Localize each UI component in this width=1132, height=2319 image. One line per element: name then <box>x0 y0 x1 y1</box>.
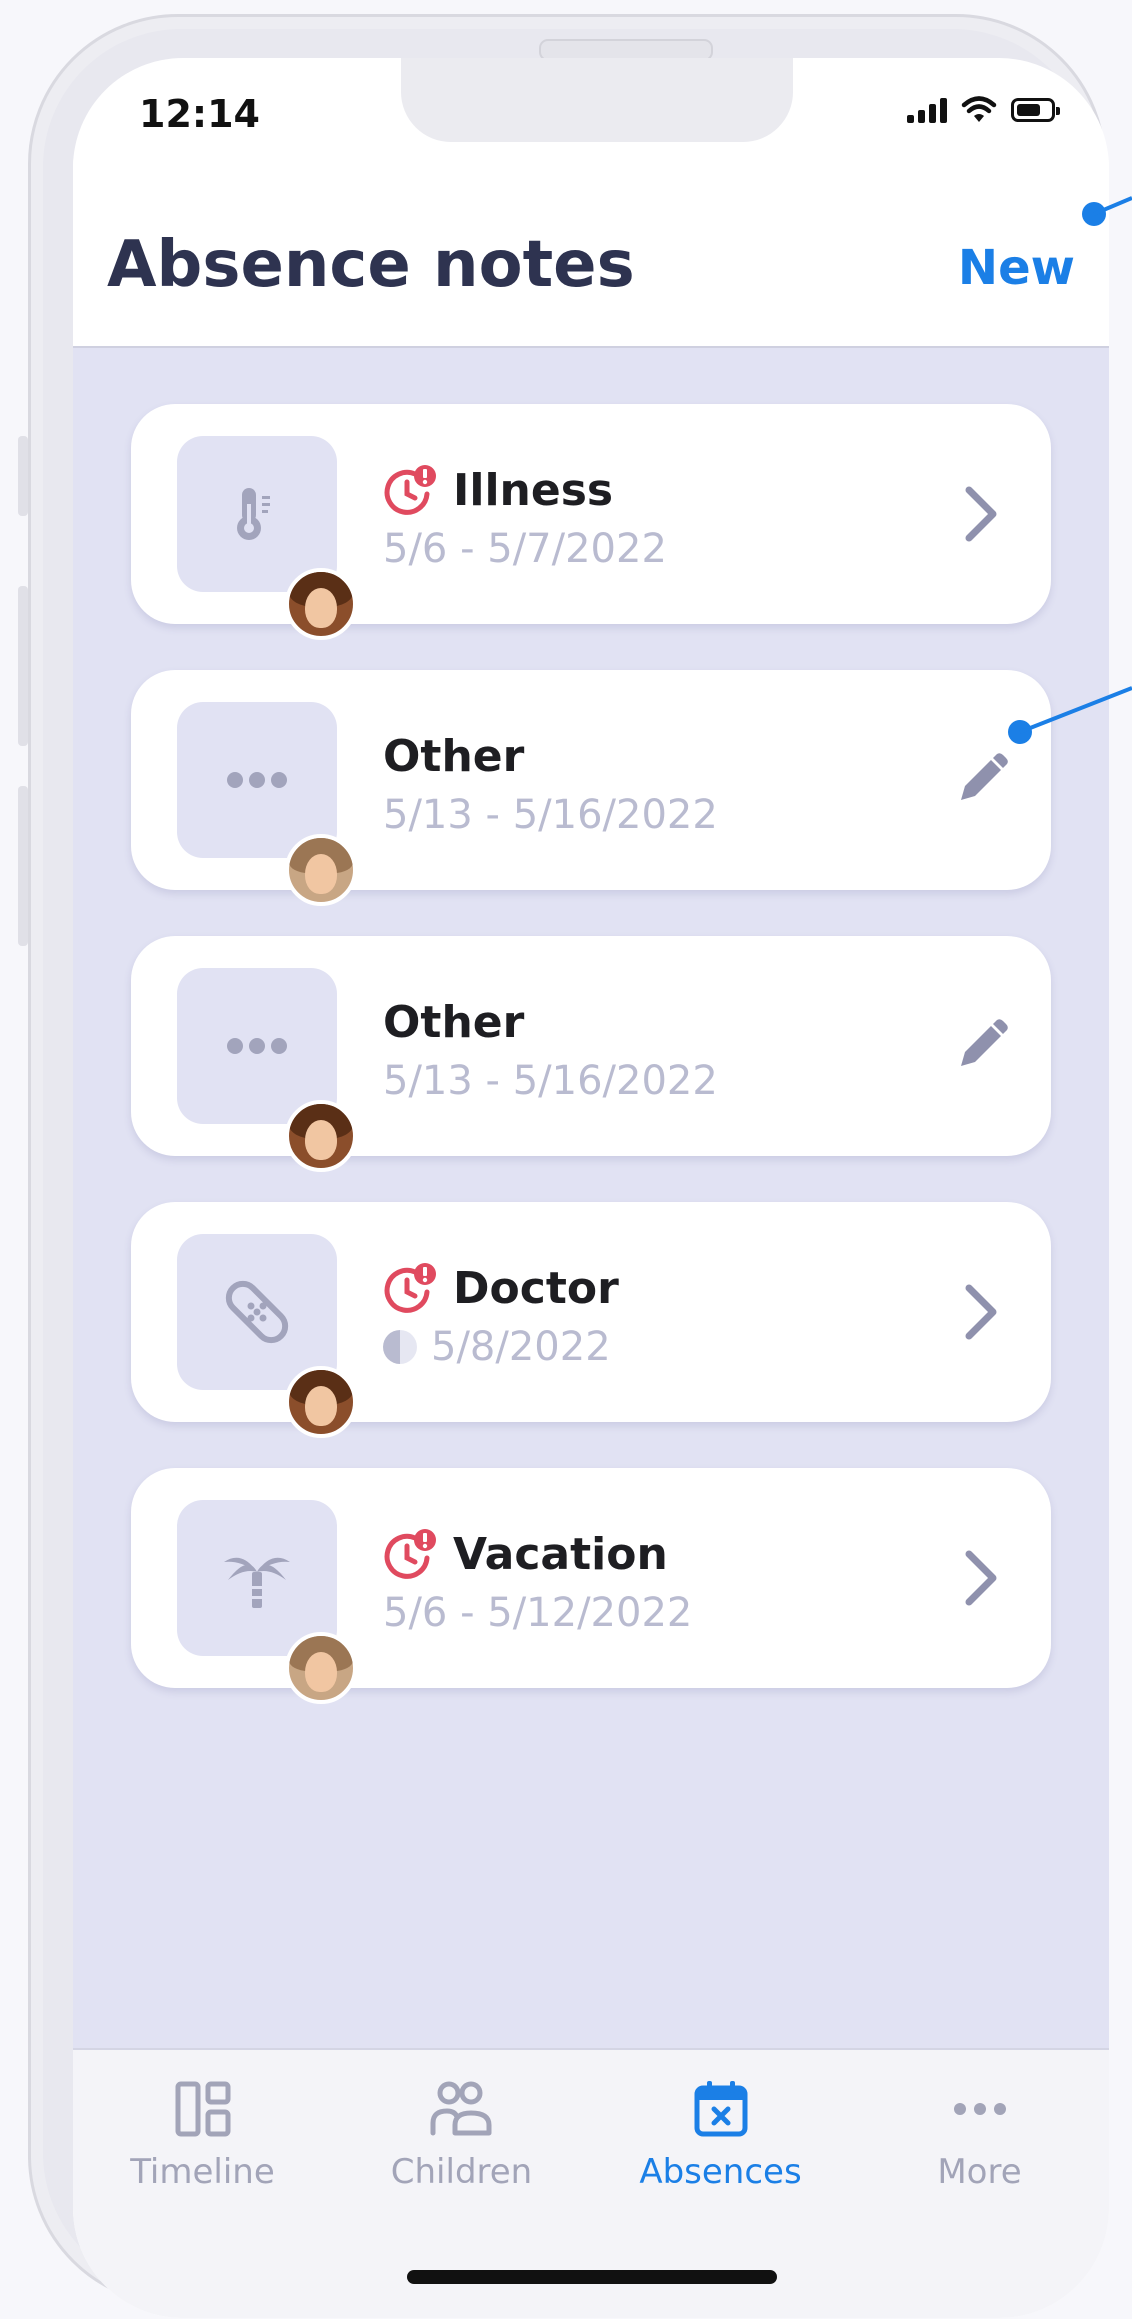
mute-switch <box>18 436 28 516</box>
dashboard-icon <box>175 2081 230 2137</box>
absence-type-thumb <box>177 436 357 640</box>
absence-card-other[interactable]: Other 5/13 - 5/16/2022 <box>131 670 1051 906</box>
absence-type-label: Illness <box>453 464 614 516</box>
absence-dates: 5/6 - 5/12/2022 <box>383 1590 693 1636</box>
page-title: Absence notes <box>107 228 635 302</box>
tab-label: Absences <box>639 2152 802 2192</box>
child-avatar <box>285 1632 357 1704</box>
ellipsis-icon <box>227 772 287 788</box>
thermometer-icon <box>237 488 270 540</box>
status-icons <box>907 96 1060 124</box>
pending-clock-icon <box>384 465 436 515</box>
status-bar: 12:14 <box>73 58 1109 158</box>
absence-card-vacation[interactable]: Vacation 5/6 - 5/12/2022 <box>131 1468 1051 1704</box>
absence-dates: 5/6 - 5/7/2022 <box>383 526 667 572</box>
tab-label: Timeline <box>130 2152 275 2192</box>
page-header: Absence notes New <box>73 158 1109 348</box>
half-day-icon <box>383 1330 417 1364</box>
absence-dates: 5/8/2022 <box>431 1324 611 1370</box>
absence-list: Illness 5/6 - 5/7/2022 Other 5/13 - 5/16… <box>73 348 1109 2048</box>
tab-more[interactable]: More <box>850 2076 1109 2192</box>
absence-type-thumb <box>177 1234 357 1438</box>
chevron-right-icon[interactable] <box>951 484 1011 544</box>
absence-dates: 5/13 - 5/16/2022 <box>383 792 718 838</box>
edit-pencil-icon[interactable] <box>951 1016 1011 1076</box>
calendar-x-icon <box>694 2081 747 2137</box>
children-icon <box>430 2081 491 2136</box>
absence-type-label: Other <box>383 730 525 782</box>
signal-icon <box>907 97 947 123</box>
absence-type-label: Other <box>383 996 525 1048</box>
child-avatar <box>285 1366 357 1438</box>
absence-type-label: Vacation <box>453 1528 668 1580</box>
tab-timeline[interactable]: Timeline <box>73 2076 332 2192</box>
tab-label: Children <box>390 2152 533 2192</box>
tab-label: More <box>937 2152 1022 2192</box>
chevron-right-icon[interactable] <box>951 1548 1011 1608</box>
absence-card-doctor[interactable]: Doctor 5/8/2022 <box>131 1202 1051 1438</box>
bandage-icon <box>225 1280 289 1344</box>
new-absence-button[interactable]: New <box>958 240 1075 296</box>
absence-card-illness[interactable]: Illness 5/6 - 5/7/2022 <box>131 404 1051 640</box>
ellipsis-icon <box>227 1038 287 1054</box>
palm-tree-icon <box>224 1557 290 1608</box>
absence-type-thumb <box>177 1500 357 1704</box>
battery-icon <box>1011 98 1060 122</box>
absence-type-thumb <box>177 968 357 1172</box>
absence-dates: 5/13 - 5/16/2022 <box>383 1058 718 1104</box>
volume-down-button <box>18 786 28 946</box>
chevron-right-icon[interactable] <box>951 1282 1011 1342</box>
child-avatar <box>285 568 357 640</box>
status-time: 12:14 <box>139 92 260 136</box>
absence-card-other[interactable]: Other 5/13 - 5/16/2022 <box>131 936 1051 1172</box>
phone-screen: 12:14 Absence notes New Illness 5/6 - 5/… <box>73 58 1109 2318</box>
pending-clock-icon <box>384 1529 436 1579</box>
notch <box>401 58 793 142</box>
home-indicator <box>407 2270 777 2284</box>
volume-up-button <box>18 586 28 746</box>
absence-type-label: Doctor <box>453 1262 619 1314</box>
child-avatar <box>285 834 357 906</box>
wifi-icon <box>961 96 997 122</box>
tab-absences[interactable]: Absences <box>591 2076 850 2192</box>
pending-clock-icon <box>384 1263 436 1313</box>
ellipsis-icon <box>953 2103 1006 2115</box>
tab-children[interactable]: Children <box>332 2076 591 2192</box>
absence-type-thumb <box>177 702 357 906</box>
child-avatar <box>285 1100 357 1172</box>
edit-pencil-icon[interactable] <box>951 750 1011 810</box>
